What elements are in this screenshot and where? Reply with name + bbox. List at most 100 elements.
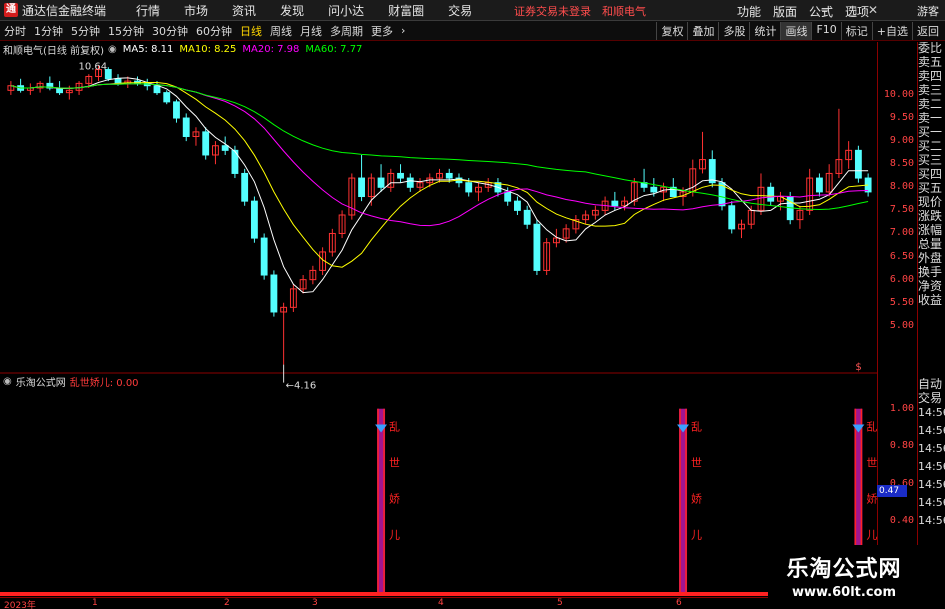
signal-text: 世	[389, 457, 400, 470]
trade-time: 14:56	[918, 478, 945, 491]
candle-body	[182, 117, 190, 137]
watermark-title: 乐淘公式网	[786, 557, 902, 582]
quote-label: 买三	[918, 154, 943, 167]
chart-area[interactable]: 乱世娇儿乱世娇儿乱世娇儿乱世娇儿 10.64←4.16$测	[0, 0, 877, 597]
ma20-label: MA20: 7.98	[242, 43, 300, 55]
low-price-label: ←4.16	[286, 381, 317, 392]
candle-body	[650, 186, 658, 193]
price-tick-label: 8.00	[889, 181, 914, 193]
diamond-icon	[677, 424, 690, 433]
quote-label: 现价	[918, 196, 943, 209]
date-tick-label: 3	[312, 598, 318, 608]
candle-body	[504, 191, 512, 202]
candle-body	[153, 85, 161, 94]
ma60-line	[10, 83, 869, 211]
candle-body	[406, 177, 414, 188]
date-axis: 2023年 1 2 3 4 5 6	[0, 597, 877, 609]
price-tick-label: 7.50	[889, 204, 914, 216]
candle-body	[260, 237, 268, 276]
price-tick-label: 8.50	[889, 158, 914, 170]
signal-text: 世	[866, 457, 877, 470]
candle-body	[767, 186, 775, 202]
price-tick-label: 7.00	[889, 227, 914, 239]
signal-text: 娇	[866, 493, 877, 506]
price-tick-label: 6.00	[889, 273, 914, 285]
date-tick-label: 4	[438, 598, 444, 608]
candle-body	[377, 177, 385, 188]
candle-body	[611, 200, 619, 207]
price-tick-label: 9.50	[889, 112, 914, 124]
candle-body	[163, 92, 171, 103]
signal-text: 乱	[866, 421, 877, 434]
quote-label: 总量	[918, 238, 943, 251]
quote-label: 换手	[918, 266, 943, 279]
quote-label: 买五	[918, 182, 943, 195]
price-tick-label: 6.50	[889, 250, 914, 262]
quote-label: 卖五	[918, 56, 943, 69]
price-tick-label: 5.50	[889, 296, 914, 308]
candle-body	[728, 205, 736, 230]
trade-time: 14:56	[918, 424, 945, 437]
date-tick-label: 2023年	[4, 601, 36, 609]
quote-label: 卖二	[918, 98, 943, 111]
trade-time: 14:56	[918, 460, 945, 473]
quote-label: 卖四	[918, 70, 943, 83]
ma5-label: MA5: 8.11	[122, 43, 174, 55]
date-tick-label: 6	[676, 598, 682, 608]
trade-time: 14:56	[918, 514, 945, 527]
candle-body	[114, 78, 122, 84]
settings-icon[interactable]: ◉	[3, 376, 12, 387]
tool-back[interactable]: 返回	[912, 22, 943, 40]
signal-text: 娇	[389, 493, 400, 506]
date-tick-label: 2	[224, 598, 230, 608]
candle-body	[514, 200, 521, 211]
signal-mark-label: $	[855, 362, 861, 373]
main-chart-header: 和顺电气(日线 前复权) ◉ MA5: 8.11 MA10: 8.25 MA20…	[0, 42, 368, 57]
candle-body	[358, 177, 365, 198]
trade-label[interactable]: 交易	[918, 392, 945, 406]
quote-label: 净资	[918, 280, 943, 293]
quote-panel: 委比 卖五 卖四 卖三 卖二 卖一 买一 买二 买三 买四 买五 现价 涨跌 涨幅 总量 外盘 换手 净资 收益 自动…	[917, 42, 945, 597]
candle-body	[221, 145, 229, 151]
ma5-line	[10, 77, 869, 294]
price-axis: 10.00 9.50 9.00 8.50 8.00 7.50 7.00 6.50 6.00 5.5…	[877, 42, 917, 597]
candle-body	[173, 101, 180, 119]
signal-text: 儿	[389, 529, 400, 542]
watermark: 乐淘公式网 www.60lt.com	[768, 545, 920, 609]
high-price-label: 10.64	[79, 61, 108, 72]
indicator-header: ◉ 乐淘公式网 乱世娇儿: 0.00	[0, 374, 139, 389]
user-label[interactable]: 游客	[917, 3, 939, 19]
quote-label: 卖三	[918, 84, 943, 97]
watermark-url: www.60lt.com	[791, 585, 897, 600]
quote-label: 买四	[918, 168, 943, 181]
quote-label: 收益	[918, 294, 943, 307]
candle-body	[523, 209, 531, 225]
signal-text: 儿	[866, 529, 877, 542]
signal-text: 世	[691, 457, 702, 470]
date-tick-label: 1	[92, 598, 98, 608]
signal-text: 乱	[389, 421, 400, 434]
indicator-current-value: 0.47	[877, 485, 907, 497]
quote-label: 外盘	[918, 252, 943, 265]
quote-label: 买一	[918, 126, 943, 139]
candle-body	[815, 177, 823, 193]
indicator-baseline	[0, 592, 877, 596]
signal-text: 娇	[691, 493, 702, 506]
ma60-label: MA60: 7.77	[305, 43, 363, 55]
price-tick-label: 5.00	[889, 319, 914, 331]
settings-icon[interactable]: ◉	[108, 44, 117, 55]
candle-body	[465, 182, 473, 193]
tool-add-watch[interactable]: +自选	[871, 22, 912, 40]
diamond-icon	[375, 424, 388, 433]
trade-label[interactable]: 自动	[918, 378, 945, 392]
indicator-tick-label: 0.80	[889, 440, 914, 452]
date-tick-label: 5	[557, 598, 563, 608]
indicator-value: 乱世娇儿: 0.00	[69, 377, 139, 389]
quote-label: 涨幅	[918, 224, 943, 237]
price-tick-label: 10.00	[883, 88, 914, 100]
signal-text: 乱	[691, 421, 702, 434]
quote-label: 委比	[918, 42, 943, 55]
trade-time: 14:56	[918, 442, 945, 455]
candle-body	[202, 131, 210, 156]
indicator-name[interactable]: 乐淘公式网	[16, 374, 66, 389]
